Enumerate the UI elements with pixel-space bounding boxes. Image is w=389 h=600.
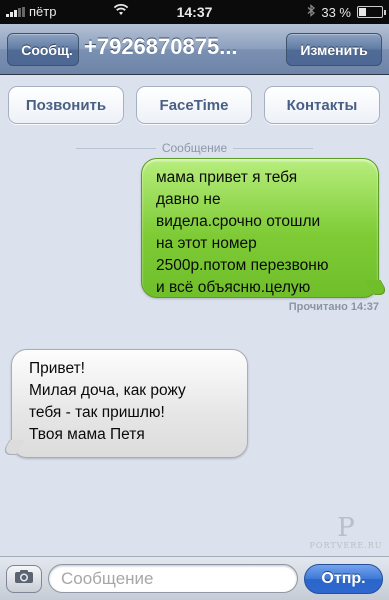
- send-button[interactable]: Отпр.: [304, 564, 383, 594]
- sent-line: видела.срочно отошли: [156, 213, 321, 230]
- status-bar: пётр 14:37 33 %: [0, 0, 389, 24]
- battery-percent: 33 %: [321, 4, 351, 20]
- sent-message-bubble[interactable]: мама привет я тебя давно не видела.срочн…: [141, 158, 379, 298]
- message-input[interactable]: [48, 564, 298, 593]
- watermark-text: PORTVERE.RU: [309, 541, 383, 550]
- sent-line: давно не: [156, 191, 221, 208]
- bluetooth-icon: [307, 4, 316, 20]
- read-receipt: Прочитано 14:37: [288, 301, 379, 313]
- facetime-button[interactable]: FaceTime: [136, 86, 252, 124]
- received-message-bubble[interactable]: Привет! Милая доча, как рожу тебя - так …: [11, 349, 248, 458]
- sent-line: мама привет я тебя: [156, 169, 298, 186]
- divider-label: Сообщение: [161, 141, 228, 155]
- watermark-logo: P PORTVERE.RU: [308, 515, 384, 555]
- conversation-divider: Сообщение: [0, 141, 389, 155]
- camera-button[interactable]: [6, 565, 42, 593]
- edit-button[interactable]: Изменить: [286, 33, 382, 66]
- received-line: тебя - так пришлю!: [29, 404, 165, 421]
- battery-icon: [357, 6, 386, 18]
- conversation-title: +7926870875...: [84, 34, 238, 59]
- input-bar: Отпр.: [0, 556, 389, 600]
- contacts-button[interactable]: Контакты: [264, 86, 380, 124]
- received-line: Милая доча, как рожу: [29, 382, 186, 399]
- camera-icon: [14, 569, 34, 589]
- back-button[interactable]: Сообщ.: [7, 33, 79, 66]
- sent-line: 2500р.потом перезвоню: [156, 257, 329, 274]
- contact-actions: Позвонить FaceTime Контакты: [0, 75, 389, 140]
- received-line: Привет!: [29, 360, 85, 377]
- call-button[interactable]: Позвонить: [8, 86, 124, 124]
- received-line: Твоя мама Петя: [29, 426, 145, 443]
- nav-bar: Сообщ. +7926870875... Изменить: [0, 24, 389, 75]
- status-right: 33 %: [307, 4, 386, 20]
- sent-line: и всё объясню.целую: [156, 279, 311, 296]
- sent-line: на этот номер: [156, 235, 257, 252]
- watermark-letter: P: [337, 513, 355, 543]
